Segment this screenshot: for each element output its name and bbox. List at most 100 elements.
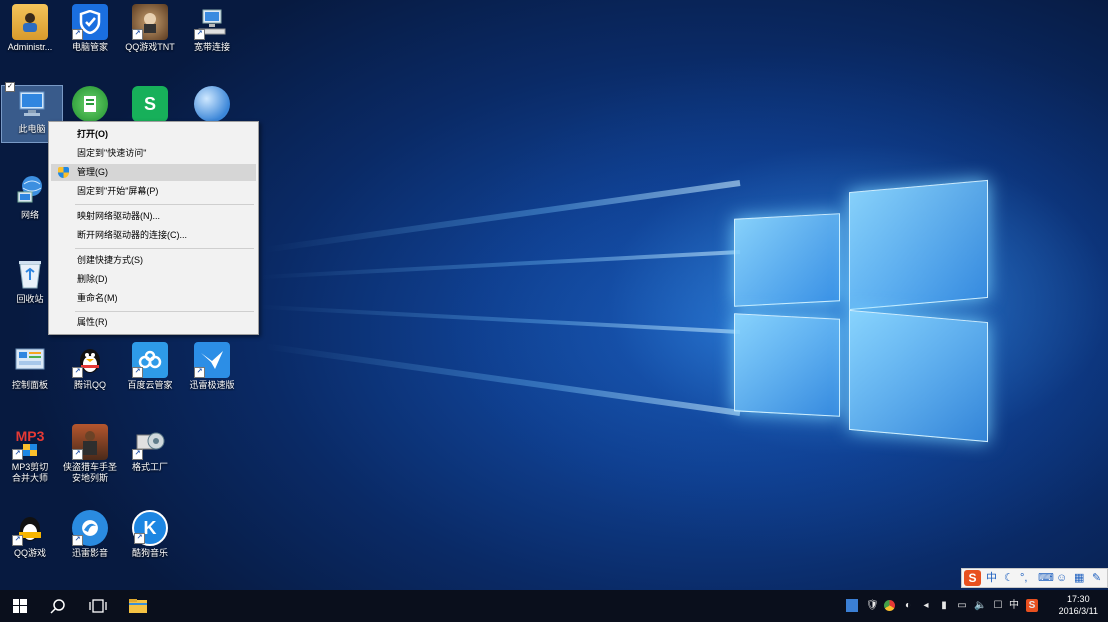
icon-label: 腾讯QQ	[73, 380, 106, 390]
qq-penguin-icon: ↗	[72, 342, 108, 378]
start-button[interactable]	[0, 590, 40, 622]
wallpaper-beam	[264, 180, 741, 253]
folder-icon	[129, 599, 147, 613]
control-panel-icon	[12, 342, 48, 378]
desktop-icon-tencent-qq[interactable]: ↗ 腾讯QQ	[60, 342, 120, 391]
ime-mode-toggle[interactable]: 中	[986, 571, 997, 585]
tray-sogou-icon[interactable]: S	[1026, 599, 1038, 612]
taskbar-clock[interactable]: 17:30 2016/3/11	[1059, 593, 1098, 617]
desktop-icon-kugou-music[interactable]: K ↗ 酷狗音乐	[120, 510, 180, 559]
desktop-icon-green-app[interactable]	[60, 86, 120, 122]
kugou-icon-letter: K	[143, 517, 157, 538]
context-menu: 打开(O) 固定到"快速访问" 管理(G) 固定到"开始"屏幕(P) 映射网络驱…	[48, 121, 259, 335]
icon-label: 百度云管家	[127, 380, 173, 390]
mp3-icon: MP3 ↗	[12, 424, 48, 460]
task-view-icon	[89, 599, 107, 613]
wallpaper-beam	[260, 250, 741, 280]
icon-label: 控制面板	[11, 380, 48, 390]
tray-speaker-icon[interactable]: 🔈	[974, 599, 986, 612]
desktop-icon-tencent-pc-manager[interactable]: ↗ 电脑管家	[60, 4, 120, 53]
desktop-icon-format-factory[interactable]: ↗ 格式工厂	[120, 424, 180, 473]
desktop-icon-wps[interactable]: S	[120, 86, 180, 122]
desktop-icon-control-panel[interactable]: 控制面板	[0, 342, 60, 391]
menu-item-disconnect-network-drive[interactable]: 断开网络驱动器的连接(C)...	[51, 227, 256, 244]
network-globe-icon	[12, 172, 48, 208]
tray-notification-icon[interactable]: ☐	[992, 599, 1004, 612]
icon-label: QQ游戏TNT	[125, 42, 175, 52]
icon-label: MP3剪切合并大师	[11, 462, 49, 483]
skin-icon[interactable]: ☺	[1056, 571, 1067, 585]
menu-item-pin-start[interactable]: 固定到"开始"屏幕(P)	[51, 183, 256, 200]
file-explorer-button[interactable]	[118, 590, 158, 622]
tray-shield-icon[interactable]: 🛡	[866, 599, 879, 612]
shortcut-arrow-icon: ↗	[72, 449, 83, 460]
icon-label: 迅雷极速版	[189, 380, 235, 390]
format-factory-icon: ↗	[132, 424, 168, 460]
desktop[interactable]: Administr... ↗ 电脑管家 ↗ QQ游戏TNT ↗ 宽带连接 ✓ 此…	[0, 0, 1108, 590]
shield-icon: ↗	[72, 4, 108, 40]
bird-icon: ↗	[194, 342, 230, 378]
icon-label: 宽带连接	[193, 42, 230, 52]
menu-item-label: 管理(G)	[77, 167, 108, 177]
tray-app-icon[interactable]	[846, 599, 858, 612]
menu-item-delete[interactable]: 删除(D)	[51, 271, 256, 288]
sogou-logo-icon[interactable]: S	[964, 570, 981, 586]
menu-item-manage[interactable]: 管理(G)	[51, 164, 256, 181]
desktop-icon-qq-game[interactable]: ↗ QQ游戏	[0, 510, 60, 559]
desktop-icon-qq-game-tnt[interactable]: ↗ QQ游戏TNT	[120, 4, 180, 53]
windows-logo-pane	[849, 309, 988, 443]
wallpaper-beam	[264, 343, 741, 416]
tray-usb-icon[interactable]: ▮	[938, 599, 950, 612]
menu-separator	[75, 311, 254, 312]
ime-toolbar[interactable]: S 中 ☾ °, ⌨ ☺ ▦ ✎	[961, 568, 1108, 588]
punctuation-icon[interactable]: °,	[1020, 571, 1027, 585]
windows-shield-icon	[23, 444, 37, 456]
checkbox-icon[interactable]: ✓	[5, 82, 15, 92]
tray-language-indicator[interactable]: 中	[1006, 599, 1022, 612]
desktop-icon-xunlei[interactable]: ↗ 迅雷极速版	[182, 342, 242, 391]
wrench-icon[interactable]: ✎	[1092, 571, 1101, 585]
network-monitor-icon: ↗	[194, 4, 230, 40]
moon-icon[interactable]: ☾	[1004, 571, 1014, 585]
menu-item-rename[interactable]: 重命名(M)	[51, 290, 256, 307]
clock-time: 17:30	[1067, 594, 1090, 604]
desktop-icon-administrator[interactable]: Administr...	[0, 4, 60, 53]
shortcut-arrow-icon: ↗	[72, 535, 83, 546]
menu-item-pin-quick-access[interactable]: 固定到"快速访问"	[51, 145, 256, 162]
tray-network-icon[interactable]: ▭	[956, 599, 968, 612]
tray-360-icon[interactable]: ◐	[902, 599, 914, 612]
icon-label: 侠盗猎车手圣安地列斯	[63, 462, 117, 483]
desktop-icon-broadband-connection[interactable]: ↗ 宽带连接	[182, 4, 242, 53]
tray-volume-icon[interactable]: ◂	[920, 599, 932, 612]
desktop-icon-browser[interactable]	[182, 86, 242, 122]
recycle-bin-icon	[12, 256, 48, 292]
shortcut-arrow-icon: ↗	[12, 449, 23, 460]
shortcut-arrow-icon: ↗	[12, 535, 23, 546]
wps-icon: S	[132, 86, 168, 122]
green-document-icon	[72, 86, 108, 122]
user-folder-icon	[12, 4, 48, 40]
menu-item-map-network-drive[interactable]: 映射网络驱动器(N)...	[51, 208, 256, 225]
desktop-icon-gta-san-andreas[interactable]: ↗ 侠盗猎车手圣安地列斯	[60, 424, 120, 484]
icon-label: QQ游戏	[13, 548, 46, 558]
menu-item-properties[interactable]: 属性(R)	[51, 314, 256, 331]
search-icon	[50, 599, 65, 614]
desktop-icon-xunlei-player[interactable]: ↗ 迅雷影音	[60, 510, 120, 559]
windows-logo-pane	[849, 179, 988, 311]
desktop-icon-mp3-cutter[interactable]: MP3 ↗ MP3剪切合并大师	[0, 424, 60, 484]
shortcut-arrow-icon: ↗	[194, 367, 205, 378]
keyboard-icon[interactable]: ⌨	[1038, 571, 1054, 585]
globe-icon	[194, 86, 230, 122]
task-view-button[interactable]	[78, 590, 118, 622]
search-button[interactable]	[38, 590, 78, 622]
tray-chrome-icon[interactable]	[884, 600, 895, 611]
game-character-icon: ↗	[132, 4, 168, 40]
menu-item-open[interactable]: 打开(O)	[51, 126, 256, 143]
windows-logo-pane	[734, 213, 840, 307]
shortcut-arrow-icon: ↗	[132, 449, 143, 460]
menu-grid-icon[interactable]: ▦	[1074, 571, 1084, 585]
desktop-icon-baidu-cloud[interactable]: ↗ 百度云管家	[120, 342, 180, 391]
shortcut-arrow-icon: ↗	[72, 29, 83, 40]
menu-item-create-shortcut[interactable]: 创建快捷方式(S)	[51, 252, 256, 269]
icon-label: 电脑管家	[71, 42, 108, 52]
